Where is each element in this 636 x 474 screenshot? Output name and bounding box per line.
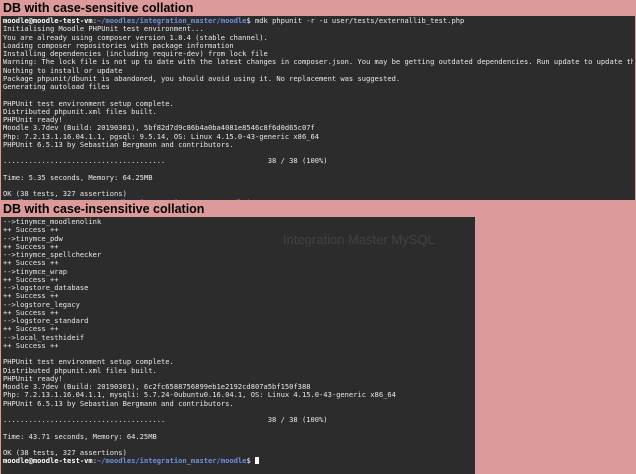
output-line: PHPUnit 6.5.13 by Sebastian Bergmann and… [3, 399, 234, 408]
output-line: ++ Success ++ [3, 275, 59, 284]
output-line: ++ Success ++ [3, 242, 59, 251]
output-line: PHPUnit ready! [3, 374, 63, 383]
output-line: PHPUnit test environment setup complete. [3, 99, 174, 108]
output-line: Initialising Moodle PHPUnit test environ… [3, 25, 204, 34]
output-line: -->tinymce_moodlenolink [3, 218, 102, 226]
prompt-user: moodle@moodle-test-vm [3, 17, 93, 25]
prompt-path: ~/moodles/integration_master/moodle [97, 199, 246, 201]
output-line: Package phpunit/dbunit is abandoned, you… [3, 74, 401, 83]
command-line: moodle@moodle-test-vm:~/moodles/integrat… [3, 17, 465, 25]
prompt-symbol: $ [246, 457, 251, 466]
terminal-output: Initialising Moodle PHPUnit test environ… [3, 25, 633, 198]
output-line: Distributed phpunit.xml files built. [3, 107, 157, 116]
output-line: Loading composer repositories with packa… [3, 41, 234, 50]
cursor [255, 457, 260, 465]
output-line: Time: 5.35 seconds, Memory: 64.25MB [3, 173, 153, 182]
output-line: Nothing to install or update [3, 66, 123, 75]
output-line: ...................................... 3… [3, 157, 328, 166]
output-line: OK (38 tests, 327 assertions) [3, 190, 127, 199]
output-line: Warning: The lock file is not up to date… [3, 58, 633, 67]
terminal-case-sensitive[interactable]: moodle@moodle-test-vm:~/moodles/integrat… [1, 16, 635, 200]
output-line: -->tinymce_spellchecker [3, 251, 102, 259]
output-line: ++ Success ++ [3, 259, 59, 268]
output-line: Time: 43.71 seconds, Memory: 64.25MB [3, 432, 157, 441]
output-line: ++ Success ++ [3, 341, 59, 350]
output-line: ...................................... 3… [3, 416, 328, 424]
final-prompt: moodle@moodle-test-vm:~/moodles/integrat… [3, 199, 633, 201]
prompt-symbol: $ [246, 199, 250, 201]
prompt-user: moodle@moodle-test-vm [3, 199, 93, 201]
prompt-path: ~/moodles/integration_master/moodle [96, 17, 247, 25]
output-line: OK (38 tests, 327 assertions) [3, 449, 127, 457]
output-line: ++ Success ++ [3, 325, 59, 334]
prompt-user: moodle@moodle-test-vm [3, 457, 93, 466]
heading-case-sensitive: DB with case-sensitive collation [3, 1, 194, 15]
output-line: PHPUnit ready! [3, 116, 63, 124]
output-line: -->tinymce_pdw [3, 234, 63, 243]
output-line: -->tinymce_wrap [3, 267, 68, 276]
output-line: ++ Success ++ [3, 292, 59, 301]
output-line: -->logstore_legacy [3, 300, 80, 309]
output-line: Moodle 3.7dev (Build: 20190301), 6c2fc65… [3, 383, 311, 391]
output-line: ++ Success ++ [3, 226, 59, 235]
output-line: ++ Success ++ [3, 308, 59, 317]
terminal-case-insensitive[interactable]: -->tinymce_moodlenolink ++ Success ++ -->t… [1, 217, 475, 474]
output-line: Php: 7.2.13.1.16.04.1.1, mysqli: 5.7.24-… [3, 391, 396, 400]
terminal-output: -->tinymce_moodlenolink ++ Success ++ -->t… [3, 218, 473, 457]
output-line: -->logstore_database [3, 284, 89, 292]
output-line: Php: 7.2.13.1.16.04.1.1, pgsql: 9.5.14, … [3, 132, 320, 141]
output-line: Generating autoload files [3, 83, 110, 91]
output-line: -->local_testhideif [3, 333, 85, 342]
final-prompt: moodle@moodle-test-vm:~/moodles/integrat… [3, 457, 473, 465]
command-text: mdk phpunit -r -u user/tests/externallib… [255, 17, 465, 25]
output-line: You are already using composer version 1… [3, 33, 268, 42]
output-line: Moodle 3.7dev (Build: 20190301), 5bf82d7… [3, 124, 315, 133]
output-line: Distributed phpunit.xml files built. [3, 366, 157, 375]
output-line: Installing dependencies (including requi… [3, 50, 268, 58]
heading-case-insensitive: DB with case-insensitive collation [3, 202, 205, 216]
output-line: PHPUnit test environment setup complete. [3, 358, 174, 367]
output-line: PHPUnit 6.5.13 by Sebastian Bergmann and… [3, 140, 234, 149]
prompt-path: ~/moodles/integration_master/moodle [96, 457, 247, 466]
output-line: -->logstore_standard [3, 317, 89, 325]
